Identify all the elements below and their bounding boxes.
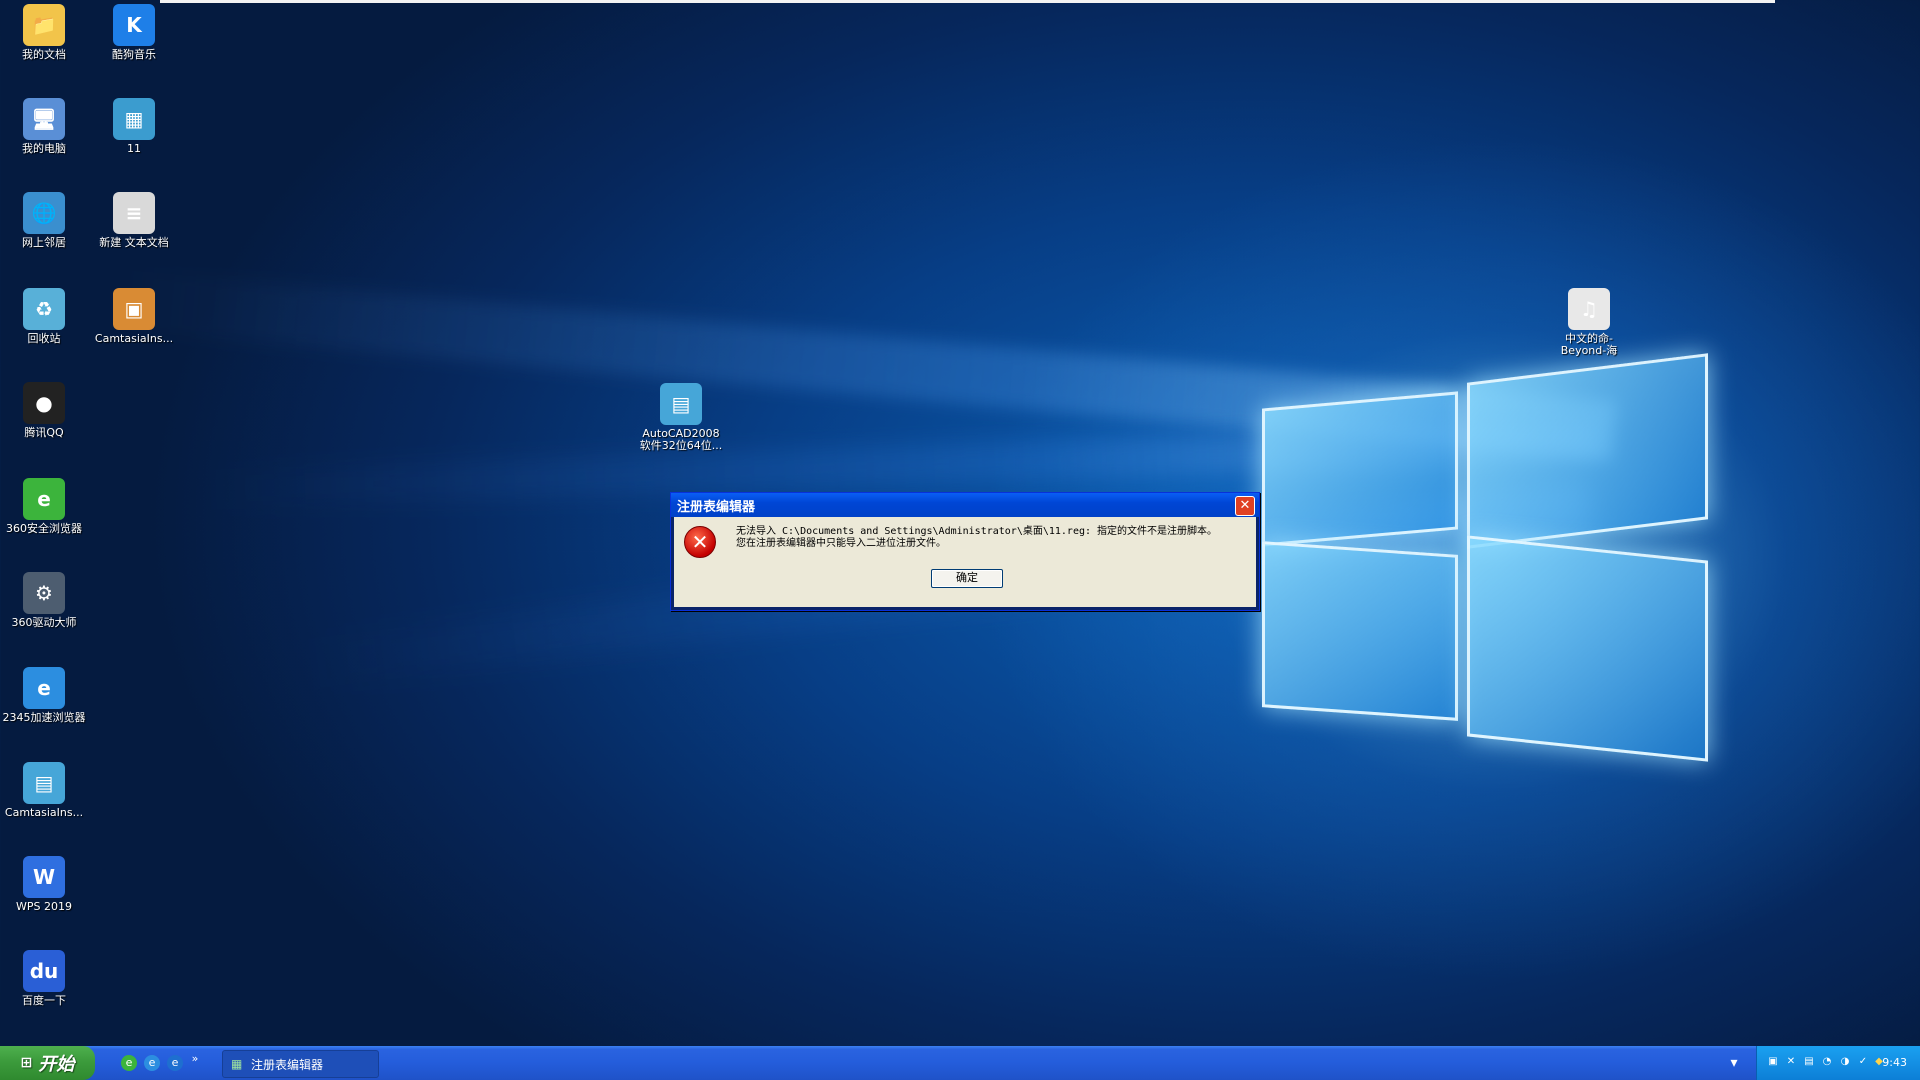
registry-editor-icon: ▦ [231, 1057, 243, 1071]
error-message-line: 无法导入 C:\Documents and Settings\Administr… [736, 526, 1218, 537]
registry-file-icon: ▦ [113, 98, 155, 140]
windows-logo-wallpaper [1262, 348, 1712, 762]
desktop-icon-label: 百度一下 [22, 994, 66, 1007]
desktop-icon[interactable]: K 酷狗音乐 [90, 4, 178, 61]
desktop-icon-label: 360驱动大师 [11, 616, 77, 629]
system-tray: ▣ ✕ ▤ ◔ ◑ ✓ ◆ 9:43 [1756, 1046, 1920, 1080]
360-driver-icon: ⚙ [23, 572, 65, 614]
desktop-icon-label: CamtasiaIns... [4, 806, 84, 819]
logo-pane [1262, 541, 1458, 721]
installer-package-icon: ▣ [113, 288, 155, 330]
logo-pane [1467, 353, 1708, 549]
registry-editor-error-dialog: 注册表编辑器 ✕ ✕ 无法导入 C:\Documents and Setting… [670, 492, 1260, 611]
desktop-icon-label: AutoCAD2008软件32位64位... [639, 427, 723, 452]
desktop-icon[interactable]: ♫ 中文的命-Beyond-海 [1545, 288, 1633, 357]
baidu-icon: du [23, 950, 65, 992]
clock[interactable]: 9:43 [1882, 1056, 1907, 1069]
taskbar-button-label: 注册表编辑器 [251, 1057, 324, 1072]
desktop-icon-label: CamtasiaIns... [94, 332, 174, 345]
wma-audio-icon: ♫ [1568, 288, 1610, 330]
quicklaunch-ie-icon[interactable]: e [167, 1055, 183, 1071]
tray-check-icon[interactable]: ✓ [1857, 1056, 1869, 1068]
text-document-icon: ≡ [113, 192, 155, 234]
dialog-body: ✕ 无法导入 C:\Documents and Settings\Adminis… [674, 517, 1256, 607]
error-message-line: 您在注册表编辑器中只能导入二进位注册文件。 [736, 538, 946, 549]
desktop-icon-label: 我的文档 [22, 48, 66, 61]
tray-display-icon[interactable]: ▤ [1803, 1056, 1815, 1068]
error-icon: ✕ [684, 526, 716, 558]
error-message: 无法导入 C:\Documents and Settings\Administr… [736, 526, 1250, 550]
desktop-icon-label: 新建 文本文档 [99, 236, 169, 249]
desktop-icon-label: 2345加速浏览器 [2, 711, 86, 724]
zip-archive-icon: ▤ [660, 383, 702, 425]
desktop-icon[interactable]: 🌐 网上邻居 [0, 192, 88, 249]
desktop-icon[interactable]: ≡ 新建 文本文档 [90, 192, 178, 249]
desktop-icon-label: 网上邻居 [22, 236, 66, 249]
desktop-icon[interactable]: ▤ AutoCAD2008软件32位64位... [637, 383, 725, 452]
network-places-icon: 🌐 [23, 192, 65, 234]
desktop-icon-label: WPS 2019 [16, 900, 72, 913]
desktop-icon-label: 中文的命-Beyond-海 [1560, 332, 1618, 357]
desktop-icon-label: 360安全浏览器 [6, 522, 82, 535]
360-browser-icon: e [23, 478, 65, 520]
desktop-icon[interactable]: 🖥 我的电脑 [0, 98, 88, 155]
desktop-icon-label: 腾讯QQ [24, 426, 64, 439]
top-edge-line [160, 0, 1775, 3]
dialog-title: 注册表编辑器 [677, 499, 756, 515]
start-button[interactable]: ⊞ 开始 [0, 1046, 95, 1080]
desktop-icon-label: 我的电脑 [22, 142, 66, 155]
desktop-icon-label: 回收站 [27, 332, 61, 345]
tray-network-icon[interactable]: ▣ [1767, 1056, 1779, 1068]
my-documents-icon: 📁 [23, 4, 65, 46]
taskbar: ⊞ 开始 e e e » ▦ 注册表编辑器 ▾ ▣ ✕ ▤ ◔ ◑ ✓ ◆ 9:… [0, 1046, 1920, 1080]
quicklaunch-360-browser-icon[interactable]: e [121, 1055, 137, 1071]
close-button[interactable]: ✕ [1235, 496, 1255, 516]
qq-penguin-icon: ● [23, 382, 65, 424]
quicklaunch-overflow-chevron-icon[interactable]: » [190, 1051, 200, 1067]
logo-pane [1262, 391, 1458, 547]
windows-flag-icon: ⊞ [20, 1055, 33, 1071]
zip-archive-icon: ▤ [23, 762, 65, 804]
recycle-bin-icon: ♻ [23, 288, 65, 330]
wps-icon: W [23, 856, 65, 898]
desktop-icon[interactable]: du 百度一下 [0, 950, 88, 1007]
desktop-icon[interactable]: e 360安全浏览器 [0, 478, 88, 535]
start-label: 开始 [38, 1054, 75, 1075]
desktop-icon[interactable]: ♻ 回收站 [0, 288, 88, 345]
desktop-icon[interactable]: ▤ CamtasiaIns... [0, 762, 88, 819]
desktop-icon[interactable]: ▣ CamtasiaIns... [90, 288, 178, 345]
desktop-icon[interactable]: ▦ 11 [90, 98, 178, 155]
ok-button[interactable]: 确定 [931, 569, 1003, 588]
2345-browser-icon: e [23, 667, 65, 709]
dialog-titlebar[interactable]: 注册表编辑器 ✕ [671, 493, 1259, 517]
kugou-music-icon: K [113, 4, 155, 46]
taskbar-button-registry-editor[interactable]: ▦ 注册表编辑器 [222, 1050, 379, 1078]
desktop-icon[interactable]: 📁 我的文档 [0, 4, 88, 61]
quicklaunch-2345-browser-icon[interactable]: e [144, 1055, 160, 1071]
desktop-icon[interactable]: W WPS 2019 [0, 856, 88, 913]
desktop-icon[interactable]: ⚙ 360驱动大师 [0, 572, 88, 629]
my-computer-icon: 🖥 [23, 98, 65, 140]
desktop-icon[interactable]: ● 腾讯QQ [0, 382, 88, 439]
tray-security-icon[interactable]: ✕ [1785, 1056, 1797, 1068]
show-hidden-icons-chevron-icon[interactable]: ▾ [1726, 1055, 1742, 1071]
tray-sound-icon[interactable]: ◔ [1821, 1056, 1833, 1068]
desktop-icon[interactable]: e 2345加速浏览器 [0, 667, 88, 724]
desktop-icon-label: 酷狗音乐 [112, 48, 156, 61]
logo-pane [1467, 535, 1708, 762]
desktop-icon-label: 11 [127, 142, 141, 155]
tray-update-icon[interactable]: ◑ [1839, 1056, 1851, 1068]
